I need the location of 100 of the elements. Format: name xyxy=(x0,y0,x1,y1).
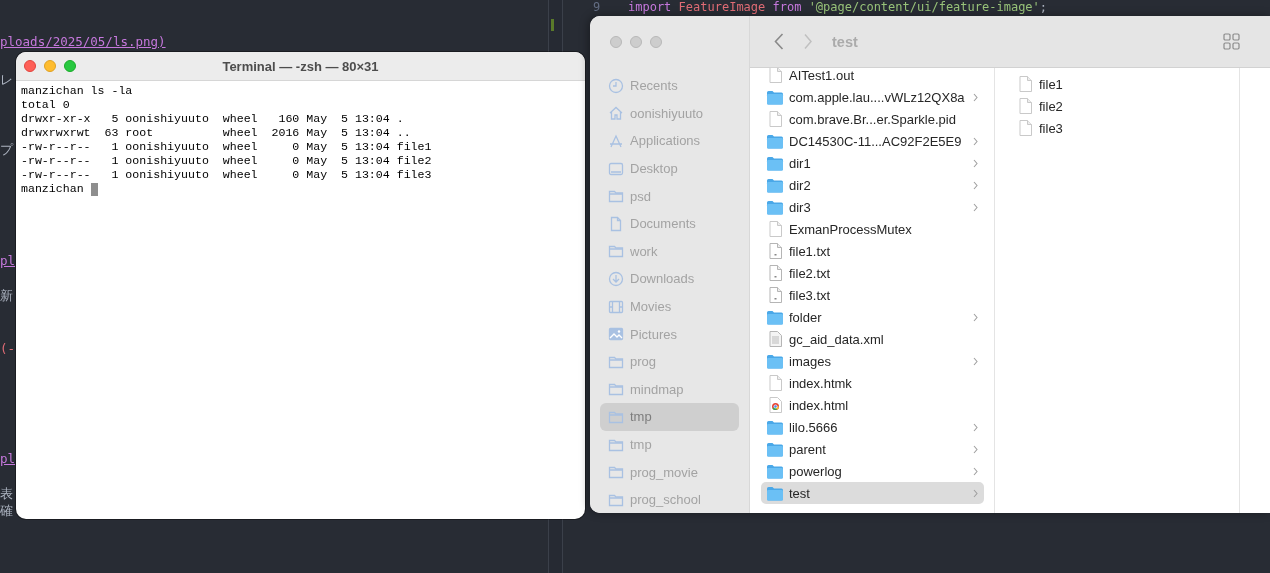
file-icon xyxy=(768,375,782,391)
file-row[interactable]: file1.txt xyxy=(761,240,984,262)
file-icon xyxy=(1018,120,1032,136)
folder-icon xyxy=(608,464,624,481)
file-row[interactable]: DC14530C-11...AC92F2E5E9 xyxy=(761,130,984,152)
code-line: (- xyxy=(0,340,16,357)
document-icon xyxy=(608,215,624,232)
file-row[interactable]: AITest1.out xyxy=(761,68,984,86)
text-file-icon xyxy=(768,243,782,259)
folder-icon xyxy=(766,177,784,193)
code-line: プ xyxy=(0,141,13,158)
file-icon xyxy=(1018,76,1032,92)
file-row[interactable]: file1 xyxy=(1011,73,1229,95)
chevron-icon xyxy=(973,488,978,498)
terminal-line: total 0 xyxy=(21,98,70,112)
file-row[interactable]: index.html xyxy=(761,394,984,416)
chevron-icon xyxy=(973,356,978,366)
chevron-icon xyxy=(973,158,978,168)
folder-icon xyxy=(766,353,784,369)
window-title: Terminal — -zsh — 80×31 xyxy=(222,58,379,74)
terminal-line: -rw-r--r-- 1 oonishiyuuto wheel 0 May 5 13:04 file3 xyxy=(21,168,432,182)
back-icon[interactable] xyxy=(774,33,784,50)
film-icon xyxy=(608,298,624,315)
photo-icon xyxy=(608,326,624,343)
folder-icon xyxy=(608,188,624,205)
monitor-icon xyxy=(608,160,624,177)
window-title: test xyxy=(832,33,858,50)
chevron-icon xyxy=(973,136,978,146)
house-icon xyxy=(608,105,624,122)
clock-icon xyxy=(608,77,624,94)
line-number: 9 xyxy=(593,0,601,15)
file-row[interactable]: dir3 xyxy=(761,196,984,218)
folder-icon xyxy=(766,309,784,325)
file-icon xyxy=(768,111,782,127)
file-row[interactable]: dir2 xyxy=(761,174,984,196)
minimize-button[interactable] xyxy=(44,60,56,72)
file-row[interactable]: gc_aid_data.xml xyxy=(761,328,984,350)
file-row[interactable]: ExmanProcessMutex xyxy=(761,218,984,240)
web-file-icon xyxy=(768,397,782,413)
folder-icon xyxy=(766,485,784,501)
close-button[interactable] xyxy=(610,36,622,48)
terminal-line: manzichan xyxy=(21,182,85,196)
chevron-icon xyxy=(973,422,978,432)
chevron-icon xyxy=(973,202,978,212)
file-row[interactable]: folder xyxy=(761,306,984,328)
file-row[interactable]: com.apple.lau....vWLz12QX8a xyxy=(761,86,984,108)
forward-icon[interactable] xyxy=(804,33,812,50)
minimize-button[interactable] xyxy=(630,36,642,48)
file-row[interactable]: lilo.5666 xyxy=(761,416,984,438)
grid-view-icon[interactable] xyxy=(1223,33,1240,50)
file-row[interactable]: parent xyxy=(761,438,984,460)
cursor xyxy=(90,182,98,196)
folder-icon xyxy=(766,199,784,215)
terminal-line: drwxr-xr-x 5 oonishiyuuto wheel 160 May 5 13:04 . xyxy=(21,112,404,126)
change-marker xyxy=(551,19,554,31)
zoom-button[interactable] xyxy=(64,60,76,72)
chevron-icon xyxy=(973,312,978,322)
terminal-line: drwxrwxrwt 63 root wheel 2016 May 5 13:04 .. xyxy=(21,126,411,140)
folder-icon xyxy=(608,243,624,260)
code-line: pl xyxy=(0,252,16,269)
chevron-icon xyxy=(973,180,978,190)
file-row[interactable]: powerlog xyxy=(761,460,984,482)
download-icon xyxy=(608,270,624,287)
file-row[interactable]: file2.txt xyxy=(761,262,984,284)
text-file-icon xyxy=(768,265,782,281)
zoom-button[interactable] xyxy=(650,36,662,48)
terminal-line: -rw-r--r-- 1 oonishiyuuto wheel 0 May 5 13:04 file2 xyxy=(21,154,432,168)
terminal-line: -rw-r--r-- 1 oonishiyuuto wheel 0 May 5 13:04 file1 xyxy=(21,140,432,154)
code-line: レ xyxy=(0,71,13,88)
file-row[interactable]: index.htmk xyxy=(761,372,984,394)
document-icon xyxy=(768,331,782,347)
folder-icon xyxy=(766,441,784,457)
code-line: import FeatureImage from '@page/content/ui/feature-image'; xyxy=(628,0,1048,15)
file-row[interactable]: dir1 xyxy=(761,152,984,174)
folder-icon xyxy=(766,155,784,171)
code-line: ploads/2025/05/ls.png) xyxy=(0,33,166,50)
file-row[interactable]: file2 xyxy=(1011,95,1229,117)
folder-icon xyxy=(608,381,624,398)
file-row[interactable]: images xyxy=(761,350,984,372)
file-row[interactable]: com.brave.Br...er.Sparkle.pid xyxy=(761,108,984,130)
folder-icon xyxy=(766,89,784,105)
terminal-line: manzichan ls -la xyxy=(21,84,133,98)
code-line: 確 xyxy=(0,502,13,519)
text-file-icon xyxy=(768,287,782,303)
applications-icon xyxy=(608,133,624,149)
chevron-icon xyxy=(973,92,978,102)
file-row[interactable]: file3 xyxy=(1011,117,1229,139)
folder-icon xyxy=(766,419,784,435)
chevron-icon xyxy=(973,466,978,476)
code-line: 表 xyxy=(0,485,13,502)
file-icon xyxy=(1018,98,1032,114)
file-row[interactable]: file3.txt xyxy=(761,284,984,306)
close-button[interactable] xyxy=(24,60,36,72)
folder-icon xyxy=(766,133,784,149)
code-line: 新 xyxy=(0,287,13,304)
file-icon xyxy=(768,221,782,237)
code-line: pl xyxy=(0,450,16,467)
folder-icon xyxy=(766,463,784,479)
file-row[interactable]: test xyxy=(761,482,984,504)
chevron-icon xyxy=(973,444,978,454)
